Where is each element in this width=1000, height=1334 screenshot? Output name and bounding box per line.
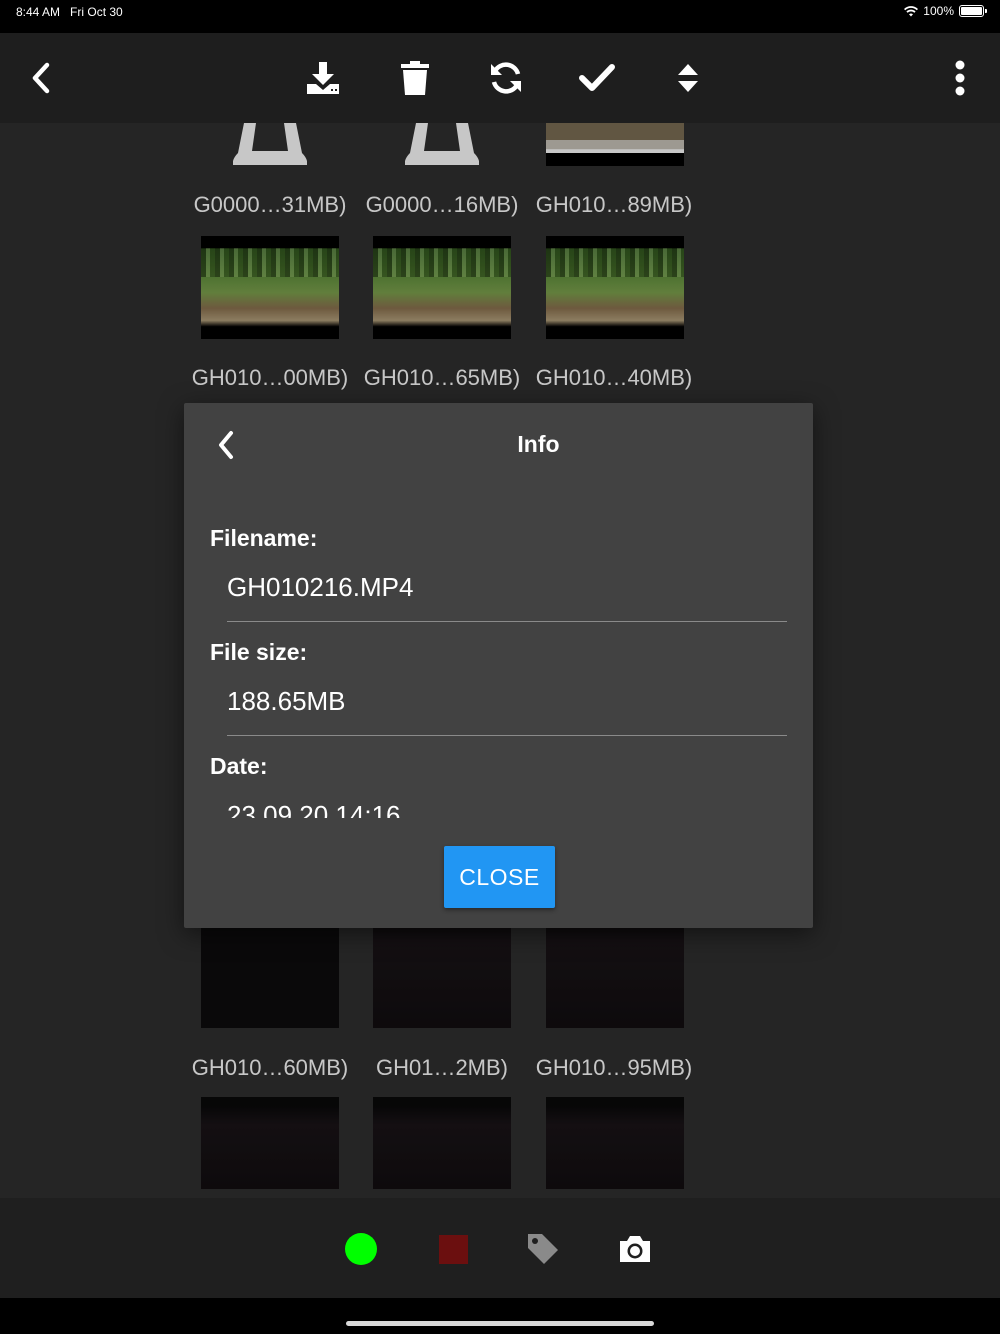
home-indicator[interactable] — [346, 1321, 654, 1326]
stop-icon — [438, 1234, 468, 1264]
close-button[interactable]: CLOSE — [444, 846, 555, 908]
sync-button[interactable] — [481, 53, 531, 103]
back-icon — [32, 62, 50, 94]
status-right: 100% — [904, 4, 987, 18]
filename-value: GH010216.MP4 — [227, 571, 787, 622]
camera-icon — [620, 1236, 650, 1262]
delete-button[interactable] — [390, 53, 440, 103]
filesize-label: File size: — [210, 639, 308, 665]
top-toolbar — [0, 33, 1000, 123]
date-label: Date: — [210, 753, 268, 779]
camera-button[interactable] — [618, 1232, 652, 1266]
record-button[interactable] — [344, 1232, 378, 1266]
back-button[interactable] — [16, 53, 66, 103]
date-value: 23.09.20 14:16 — [227, 799, 787, 818]
select-button[interactable] — [572, 53, 622, 103]
status-bar: 8:44 AM Fri Oct 30 100% — [0, 0, 1000, 33]
record-icon — [345, 1233, 377, 1265]
sort-icon — [678, 64, 698, 92]
filename-label: Filename: — [210, 525, 318, 551]
download-button[interactable] — [298, 53, 348, 103]
dialog-title: Info — [517, 431, 560, 457]
wifi-icon — [904, 5, 919, 17]
download-icon — [307, 62, 339, 94]
dialog-scroll-area[interactable]: Filename: GH010216.MP4 File size: 188.65… — [184, 513, 813, 818]
more-vertical-icon — [955, 60, 965, 96]
battery-icon — [959, 5, 987, 17]
status-date: Fri Oct 30 — [70, 5, 123, 19]
tag-button[interactable] — [526, 1232, 560, 1266]
battery-percent: 100% — [923, 4, 954, 18]
home-area — [0, 1298, 1000, 1334]
bottom-toolbar — [0, 1198, 1000, 1298]
trash-icon — [401, 61, 429, 95]
stop-button[interactable] — [436, 1232, 470, 1266]
check-icon — [579, 64, 615, 91]
sort-button[interactable] — [663, 53, 713, 103]
more-button[interactable] — [935, 53, 985, 103]
tag-icon — [528, 1234, 558, 1264]
filesize-value: 188.65MB — [227, 685, 787, 736]
info-dialog: Info Filename: GH010216.MP4 File size: 1… — [184, 403, 813, 928]
status-time: 8:44 AM Fri Oct 30 — [16, 5, 123, 19]
sync-icon — [491, 62, 521, 94]
